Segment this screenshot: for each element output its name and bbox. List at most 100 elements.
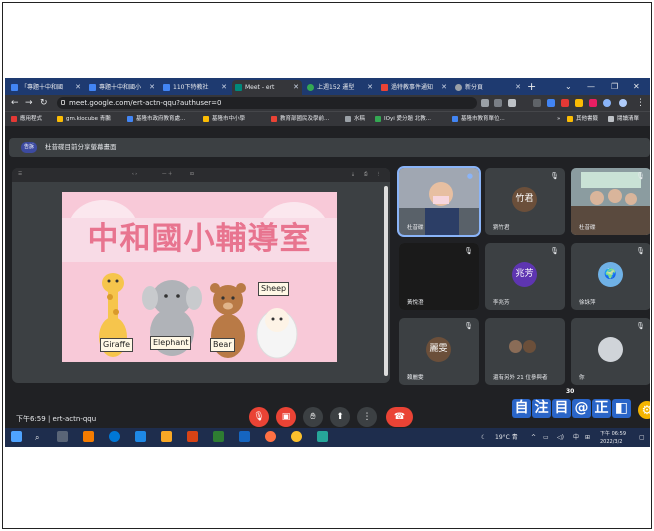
clock[interactable]: 下午 06:59 2022/3/2 bbox=[600, 430, 626, 446]
star-icon[interactable] bbox=[508, 99, 516, 107]
ime-button[interactable]: 目 bbox=[552, 399, 571, 418]
close-icon[interactable]: ✕ bbox=[149, 80, 155, 95]
maximize-icon[interactable]: ❐ bbox=[611, 79, 618, 94]
participant-tile[interactable]: 🎙︎ 竹君 劉竹君 bbox=[485, 168, 565, 235]
end-call-button[interactable]: ☎︎ bbox=[386, 407, 413, 427]
ime-mode-icon[interactable]: ⊞ bbox=[585, 428, 590, 447]
settings-gear-icon[interactable]: ⚙ bbox=[638, 401, 650, 419]
present-button[interactable]: ⬆ bbox=[330, 407, 350, 427]
participant-tile[interactable]: 還有另外 21 位參與者 bbox=[485, 318, 565, 385]
more-options-button[interactable]: ⋮ bbox=[357, 407, 377, 427]
meet-taskbar-icon[interactable] bbox=[317, 431, 328, 442]
extension-icon[interactable] bbox=[561, 99, 569, 107]
camera-icon[interactable] bbox=[481, 99, 489, 107]
back-icon[interactable]: ← bbox=[11, 96, 19, 110]
tab-7[interactable]: 新分頁 ✕ bbox=[452, 80, 524, 95]
bookmark-item[interactable]: 教育部國民及學前... bbox=[271, 112, 329, 126]
close-icon[interactable]: ✕ bbox=[75, 80, 81, 95]
scrollbar[interactable] bbox=[384, 186, 388, 376]
ime-button[interactable]: @ bbox=[572, 399, 591, 418]
close-icon[interactable]: ✕ bbox=[221, 80, 227, 95]
camera-toggle-button[interactable]: ▣ bbox=[276, 407, 296, 427]
ime-lang[interactable]: 中 bbox=[573, 428, 579, 447]
minimize-icon[interactable]: — bbox=[587, 79, 595, 94]
ime-button[interactable]: 自 bbox=[512, 399, 531, 418]
bookmark-label: 應用程式 bbox=[20, 116, 43, 122]
tab-3[interactable]: 110下特教社 ✕ bbox=[160, 80, 230, 95]
avatar[interactable] bbox=[619, 99, 627, 107]
extension-icon[interactable] bbox=[533, 99, 541, 107]
participant-tile[interactable]: 🎙︎ 你 bbox=[571, 318, 650, 385]
new-tab-button[interactable]: + bbox=[527, 79, 536, 94]
forward-icon[interactable]: → bbox=[25, 96, 33, 110]
close-icon[interactable]: ✕ bbox=[293, 80, 299, 95]
bookmarks-overflow[interactable]: » bbox=[557, 112, 560, 126]
ime-button[interactable]: 正 bbox=[592, 399, 611, 418]
folder-icon[interactable] bbox=[161, 431, 172, 442]
bookmark-item[interactable]: IOyi 愛分題 北教... bbox=[375, 112, 431, 126]
bookmark-item[interactable]: gm.kiocube 青鵬 bbox=[57, 112, 111, 126]
task-view-icon[interactable] bbox=[57, 431, 68, 442]
participant-tile[interactable]: 🎙︎ 黃悅澄 bbox=[399, 243, 479, 310]
vlc-icon[interactable] bbox=[83, 431, 94, 442]
firefox-icon[interactable] bbox=[265, 431, 276, 442]
bookmark-item[interactable]: 基隆市政府教育處... bbox=[127, 112, 185, 126]
chrome-icon[interactable] bbox=[291, 431, 302, 442]
tab-6[interactable]: 過特教事件通知 ✕ bbox=[378, 80, 450, 95]
windows-start-icon[interactable] bbox=[11, 431, 22, 442]
tray-expand-icon[interactable]: ^ bbox=[531, 428, 536, 447]
tab-meet[interactable]: Meet - ert ✕ bbox=[232, 80, 302, 95]
fit-icon[interactable]: ⊡ bbox=[190, 168, 194, 182]
extension-icon[interactable] bbox=[547, 99, 555, 107]
share-icon[interactable] bbox=[494, 99, 502, 107]
bookmark-item[interactable]: 應用程式 bbox=[11, 112, 42, 126]
ie-icon[interactable] bbox=[135, 431, 146, 442]
page-control[interactable]: ‹ › bbox=[132, 168, 137, 182]
mic-toggle-button[interactable]: 🎙︎ bbox=[249, 407, 269, 427]
bookmark-item[interactable]: 基隆市教育單位... bbox=[452, 112, 505, 126]
tab-2[interactable]: 專題十中和國小 ✕ bbox=[86, 80, 158, 95]
print-icon[interactable]: ⎙ bbox=[364, 168, 368, 182]
extension-icon[interactable] bbox=[575, 99, 583, 107]
tab-1[interactable]: 「專題十中和國 ✕ bbox=[8, 80, 84, 95]
url-text: meet.google.com/ert-actn-qqu?authuser=0 bbox=[69, 99, 222, 107]
close-icon[interactable]: ✕ bbox=[441, 80, 447, 95]
address-bar[interactable]: meet.google.com/ert-actn-qqu?authuser=0 bbox=[57, 97, 477, 109]
bookmark-item[interactable]: 閱讀清單 bbox=[608, 112, 639, 126]
volume-icon[interactable]: ◁) bbox=[557, 428, 564, 447]
excel-icon[interactable] bbox=[213, 431, 224, 442]
extension-icon[interactable] bbox=[589, 99, 597, 107]
tab-5[interactable]: 上週152 遷型 ✕ bbox=[304, 80, 376, 95]
zoom-control[interactable]: — ＋ bbox=[162, 168, 172, 182]
word-icon[interactable] bbox=[239, 431, 250, 442]
network-icon[interactable]: ▭ bbox=[543, 428, 549, 447]
raise-hand-button[interactable]: ✋︎ bbox=[303, 407, 323, 427]
participant-tile[interactable]: 🎙︎ 🌍 徐詠萍 bbox=[571, 243, 650, 310]
menu-icon[interactable]: ☰ bbox=[18, 168, 22, 182]
close-window-icon[interactable]: ✕ bbox=[633, 79, 640, 94]
puzzle-icon[interactable] bbox=[603, 99, 611, 107]
bookmark-item[interactable]: 水稿 bbox=[345, 112, 365, 126]
reload-icon[interactable]: ↻ bbox=[40, 96, 48, 110]
participant-tile[interactable]: ● 杜昔碟 bbox=[397, 166, 481, 237]
search-icon[interactable]: ⌕ bbox=[35, 428, 39, 447]
menu-icon[interactable]: ⋮ bbox=[636, 96, 645, 110]
more-icon[interactable]: ⋮ bbox=[376, 168, 381, 182]
ime-button[interactable]: 注 bbox=[532, 399, 551, 418]
notification-icon[interactable]: ▢ bbox=[639, 428, 645, 447]
ime-button[interactable]: ◧ bbox=[612, 399, 631, 418]
edge-icon[interactable] bbox=[109, 431, 120, 442]
weather-text[interactable]: 19°C 青 bbox=[495, 428, 518, 447]
powerpoint-icon[interactable] bbox=[187, 431, 198, 442]
badge: 告訴 bbox=[21, 142, 38, 153]
bookmark-item[interactable]: 其他書籤 bbox=[567, 112, 598, 126]
tab-search-icon[interactable]: ⌄ bbox=[565, 79, 572, 94]
download-icon[interactable]: ⤓ bbox=[352, 168, 354, 182]
participant-tile[interactable]: 🎙︎ 麗雯 賴麗雯 bbox=[399, 318, 479, 385]
close-icon[interactable]: ✕ bbox=[515, 80, 521, 95]
close-icon[interactable]: ✕ bbox=[367, 80, 373, 95]
participant-tile[interactable]: 🎙︎ 兆芳 李兆芳 bbox=[485, 243, 565, 310]
participant-tile[interactable]: 🎙︎ 杜昔碟 bbox=[571, 168, 650, 235]
bookmark-item[interactable]: 基隆市中小學 bbox=[203, 112, 245, 126]
bookmarks-bar: 應用程式 gm.kiocube 青鵬 基隆市政府教育處... 基隆市中小學 教育… bbox=[5, 111, 650, 126]
